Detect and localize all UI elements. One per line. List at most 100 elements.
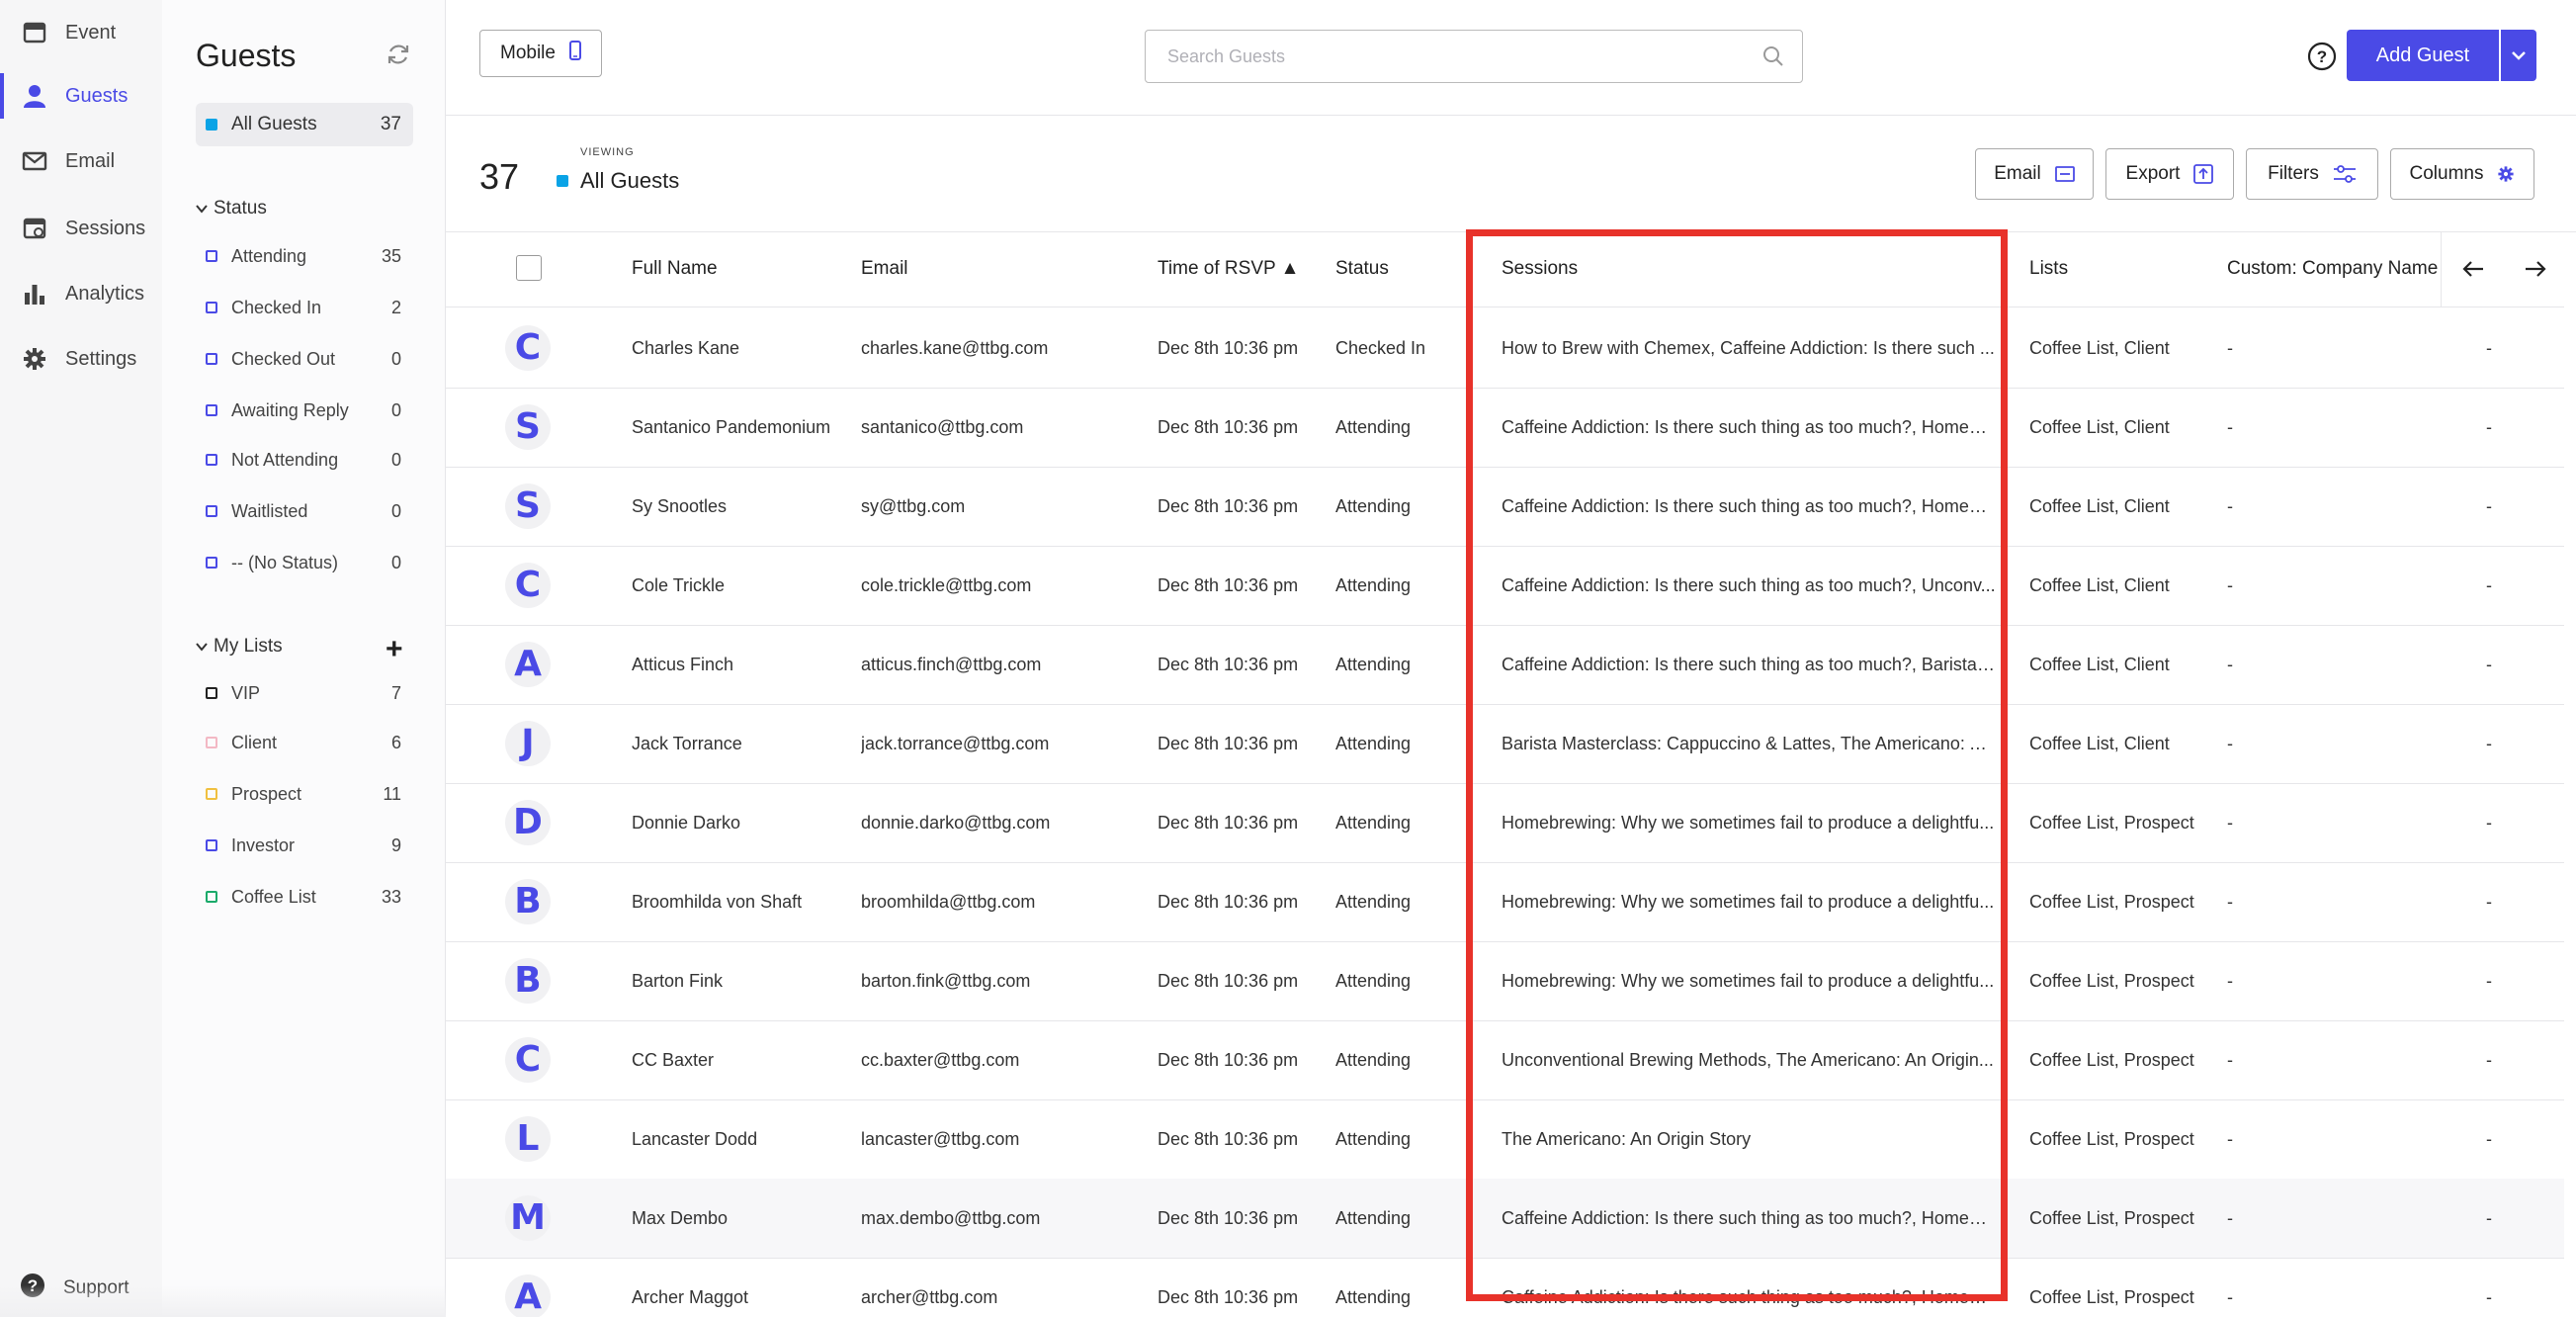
list-square <box>206 687 217 699</box>
nav-item-guests[interactable]: Guests <box>0 63 162 129</box>
rsvp-time: Dec 8th 10:36 pm <box>1158 495 1299 516</box>
export-button[interactable]: Export <box>2105 148 2234 200</box>
column-header-full-name[interactable]: Full Name <box>632 231 718 307</box>
add-guest-button[interactable]: Add Guest <box>2347 30 2499 81</box>
avatar: B <box>505 879 551 924</box>
list-label: Client <box>231 732 278 752</box>
avatar: D <box>505 800 551 845</box>
sidebar-item-all-guests[interactable]: All Guests 37 <box>196 103 413 146</box>
help-icon[interactable]: ? <box>2307 42 2337 76</box>
scroll-left-button[interactable] <box>2441 231 2505 307</box>
status-label: Awaiting Reply <box>231 399 349 420</box>
guest-email: lancaster@ttbg.com <box>861 1128 1020 1149</box>
guest-email: sy@ttbg.com <box>861 495 966 516</box>
mobile-label: Mobile <box>500 43 556 63</box>
extra-column-value: - <box>2486 1128 2492 1149</box>
add-guest-dropdown[interactable] <box>2501 30 2536 81</box>
select-all-checkbox[interactable] <box>516 255 542 281</box>
guest-status: Attending <box>1335 1128 1412 1149</box>
nav-item-sessions[interactable]: Sessions <box>0 196 162 261</box>
sessions-icon <box>20 214 49 243</box>
guest-status: Checked In <box>1335 337 1426 358</box>
sidebar-status-attending[interactable]: Attending 35 <box>196 241 413 271</box>
sidebar-status-awaiting-reply[interactable]: Awaiting Reply 0 <box>196 395 413 425</box>
arrow-right-icon <box>2525 260 2546 278</box>
sidebar-list-prospect[interactable]: Prospect 11 <box>196 779 413 809</box>
sidebar-list-investor[interactable]: Investor 9 <box>196 831 413 860</box>
list-count: 33 <box>381 886 401 907</box>
guest-email: archer@ttbg.com <box>861 1286 998 1307</box>
status-section-toggle[interactable]: Status <box>196 198 267 220</box>
rsvp-time: Dec 8th 10:36 pm <box>1158 654 1299 674</box>
sidebar-status-checked-out[interactable]: Checked Out 0 <box>196 344 413 374</box>
sidebar-status-waitlisted[interactable]: Waitlisted 0 <box>196 496 413 526</box>
avatar: C <box>505 325 551 371</box>
filters-button-label: Filters <box>2268 163 2319 184</box>
avatar: L <box>505 1116 551 1162</box>
status-label: Checked Out <box>231 348 336 369</box>
company-name: - <box>2227 1049 2233 1070</box>
sidebar-list-vip[interactable]: VIP 7 <box>196 678 413 708</box>
bottom-fade <box>0 1285 446 1317</box>
sidebar-list-coffee-list[interactable]: Coffee List 33 <box>196 882 413 912</box>
scroll-right-button[interactable] <box>2504 231 2564 307</box>
company-name: - <box>2227 574 2233 595</box>
sidebar-status-checked-in[interactable]: Checked In 2 <box>196 293 413 322</box>
guest-name: Sy Snootles <box>632 495 728 516</box>
guest-status: Attending <box>1335 1286 1412 1307</box>
nav-item-event[interactable]: Event <box>0 0 162 65</box>
avatar-initial: A <box>514 644 542 684</box>
search-box <box>1145 30 1803 83</box>
status-label: Checked In <box>231 297 322 317</box>
guest-lists: Coffee List, Prospect <box>2029 1128 2194 1149</box>
filters-button[interactable]: Filters <box>2246 148 2378 200</box>
avatar: C <box>505 563 551 608</box>
nav-item-label: Email <box>65 149 116 172</box>
view-dot <box>557 175 568 187</box>
lists-section-toggle[interactable]: My Lists <box>196 636 283 658</box>
column-header-status[interactable]: Status <box>1335 231 1389 307</box>
guests-sidebar: Guests All Guests 37 Status Attending 35 … <box>162 0 446 1317</box>
arrow-left-icon <box>2462 260 2484 278</box>
list-label: Prospect <box>231 783 302 804</box>
status-count: 0 <box>390 399 401 420</box>
guest-email: jack.torrance@ttbg.com <box>861 733 1050 753</box>
avatar-initial: C <box>514 327 542 368</box>
status-square <box>206 404 217 416</box>
email-button[interactable]: Email <box>1975 148 2094 200</box>
guest-name: Charles Kane <box>632 337 740 358</box>
status-square <box>206 302 217 313</box>
nav-item-settings[interactable]: Settings <box>0 326 162 392</box>
column-header-company-name[interactable]: Custom: Company Name <box>2227 231 2438 307</box>
chevron-down-icon <box>196 639 208 655</box>
columns-button[interactable]: Columns <box>2390 148 2534 200</box>
refresh-icon[interactable] <box>386 42 411 72</box>
column-header-email[interactable]: Email <box>861 231 908 307</box>
guest-lists: Coffee List, Client <box>2029 654 2170 674</box>
search-input[interactable] <box>1165 44 1743 68</box>
nav-item-email[interactable]: Email <box>0 129 162 194</box>
search-icon[interactable] <box>1762 45 1784 67</box>
nav-item-analytics[interactable]: Analytics <box>0 261 162 326</box>
mobile-button[interactable]: Mobile <box>479 30 602 77</box>
all-guests-count: 37 <box>380 114 401 134</box>
extra-column-value: - <box>2486 891 2492 912</box>
sidebar-list-client[interactable]: Client 6 <box>196 728 413 757</box>
rsvp-time: Dec 8th 10:36 pm <box>1158 1286 1299 1307</box>
rsvp-time: Dec 8th 10:36 pm <box>1158 891 1299 912</box>
chevron-down-icon <box>2511 49 2527 61</box>
guest-lists: Coffee List, Prospect <box>2029 812 2194 833</box>
sidebar-status-not-attending[interactable]: Not Attending 0 <box>196 445 413 475</box>
add-list-icon[interactable]: + <box>386 633 403 666</box>
column-header-lists[interactable]: Lists <box>2029 231 2068 307</box>
calendar-icon <box>20 18 49 47</box>
all-guests-dot <box>206 119 217 131</box>
column-header-time-of-rsvp[interactable]: Time of RSVP ▲ <box>1158 231 1299 307</box>
guest-status: Attending <box>1335 654 1412 674</box>
guest-lists: Coffee List, Prospect <box>2029 1207 2194 1228</box>
sessions-column-highlight <box>1466 229 2008 1301</box>
rsvp-time: Dec 8th 10:36 pm <box>1158 1207 1299 1228</box>
company-name: - <box>2227 1286 2233 1307</box>
sidebar-status-no-status[interactable]: -- (No Status) 0 <box>196 548 413 577</box>
top-bar: Mobile ? Add Guest <box>446 0 2576 116</box>
